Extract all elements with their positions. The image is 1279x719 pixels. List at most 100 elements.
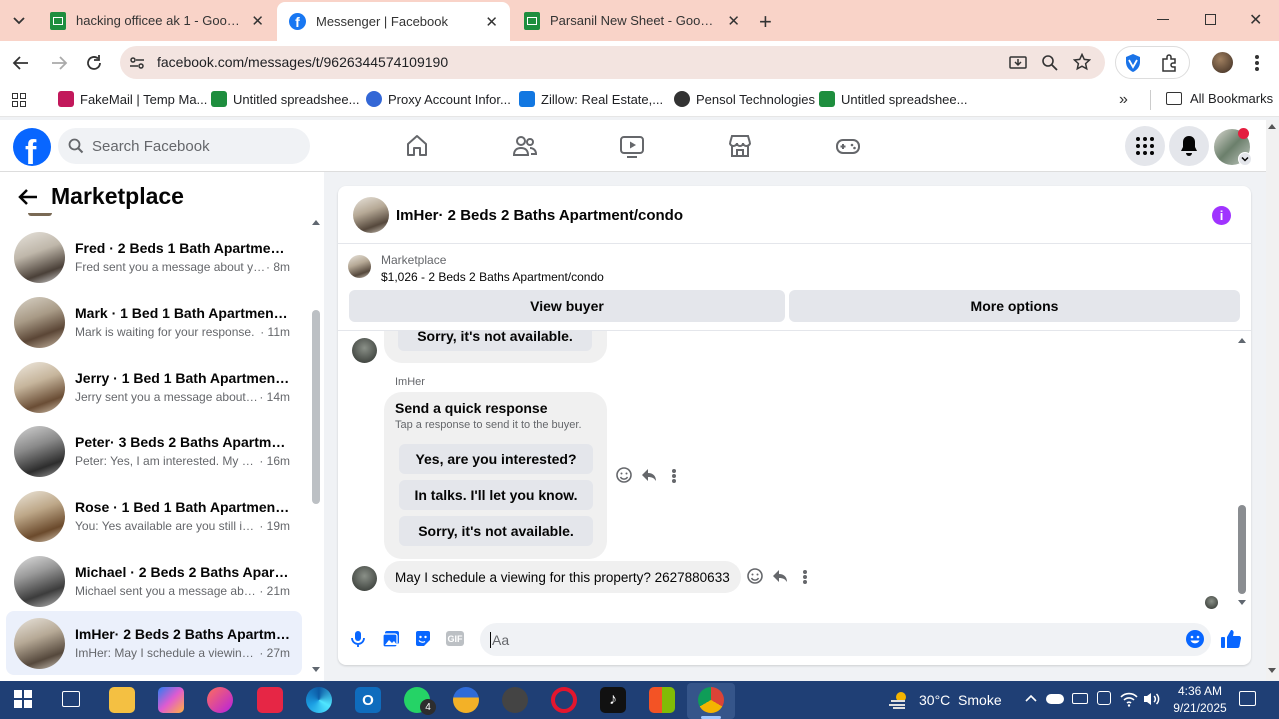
- conversation-mark[interactable]: Mark · 1 Bed 1 Bath Apartment/... Mark i…: [6, 291, 302, 353]
- opera-icon[interactable]: [551, 687, 577, 713]
- scroll-up-arrow-icon[interactable]: [312, 220, 320, 225]
- conversation-fred[interactable]: Fred · 2 Beds 1 Bath Apartment/... Fred …: [6, 226, 302, 288]
- thumbs-up-icon[interactable]: [1220, 628, 1242, 650]
- tab-sheets-1[interactable]: hacking officee ak 1 - Google Sh ✕: [38, 5, 276, 36]
- bookmark-pensol[interactable]: Pensol Technologies: [674, 91, 815, 107]
- message-input[interactable]: Aa: [480, 623, 1211, 656]
- bookmark-zillow[interactable]: Zillow: Real Estate,...: [519, 91, 663, 107]
- close-icon[interactable]: ✕: [727, 12, 740, 30]
- copilot-icon[interactable]: [158, 687, 184, 713]
- page-scrollbar[interactable]: [1266, 120, 1279, 681]
- chat-avatar[interactable]: [353, 197, 389, 233]
- sticker-icon[interactable]: [414, 630, 432, 648]
- info-icon[interactable]: i: [1212, 206, 1231, 225]
- scroll-down-arrow-icon[interactable]: [312, 667, 320, 672]
- react-emoji-icon[interactable]: [746, 567, 766, 587]
- bookmark-spreadsheet-1[interactable]: Untitled spreadshee...: [211, 91, 359, 107]
- photo-icon[interactable]: [382, 630, 400, 648]
- chrome-menu-icon[interactable]: [1255, 55, 1259, 71]
- emoji-picker-icon[interactable]: [1185, 629, 1205, 649]
- conversation-jerry[interactable]: Jerry · 1 Bed 1 Bath Apartment/c... Jerr…: [6, 356, 302, 418]
- chat-scroll-down-icon[interactable]: [1238, 600, 1246, 605]
- profile-avatar[interactable]: [1212, 52, 1233, 73]
- windows-start-icon[interactable]: [14, 690, 32, 708]
- quick-option-in-talks[interactable]: In talks. I'll let you know.: [399, 480, 593, 510]
- more-bookmarks-chevron-icon[interactable]: »: [1119, 91, 1128, 109]
- reload-button[interactable]: [85, 54, 103, 72]
- minimize-button[interactable]: [1157, 19, 1169, 20]
- sidebar-scrollbar-thumb[interactable]: [312, 310, 320, 504]
- file-explorer-icon[interactable]: [109, 687, 135, 713]
- bookmark-star-icon[interactable]: [1073, 53, 1091, 71]
- vpn-icon[interactable]: [1097, 691, 1111, 705]
- search-box[interactable]: Search Facebook: [58, 128, 310, 164]
- chat-scroll-up-icon[interactable]: [1238, 338, 1246, 343]
- bookmark-fakemail[interactable]: FakeMail | Temp Ma...: [58, 91, 207, 107]
- scroll-up-arrow-icon[interactable]: [1268, 124, 1276, 129]
- shield-icon[interactable]: [1124, 53, 1142, 73]
- onedrive-icon[interactable]: [1046, 694, 1064, 704]
- tab-sheets-2[interactable]: Parsanil New Sheet - Google Sh ✕: [512, 5, 752, 36]
- outlook-icon[interactable]: O: [355, 687, 381, 713]
- reply-icon[interactable]: [640, 466, 660, 486]
- reply-icon[interactable]: [771, 567, 791, 587]
- wifi-icon[interactable]: [1120, 691, 1138, 707]
- all-bookmarks[interactable]: All Bookmarks: [1166, 91, 1273, 106]
- clock-date[interactable]: 9/21/2025: [1166, 701, 1234, 715]
- conversation-rose[interactable]: Rose · 1 Bed 1 Bath Apartment/c... You: …: [6, 485, 302, 547]
- app-icon-red[interactable]: [257, 687, 283, 713]
- bookmark-proxy[interactable]: Proxy Account Infor...: [366, 91, 511, 107]
- apps-grid-icon[interactable]: [12, 93, 26, 107]
- medal-icon[interactable]: [453, 687, 479, 713]
- marketplace-nav-icon[interactable]: [727, 133, 753, 159]
- quick-option-not-available[interactable]: Sorry, it's not available.: [399, 516, 593, 546]
- tiktok-icon[interactable]: ♪: [600, 687, 626, 713]
- back-arrow-button[interactable]: [18, 188, 38, 206]
- search-input[interactable]: Search Facebook: [92, 138, 210, 155]
- microphone-icon[interactable]: [350, 630, 366, 648]
- install-app-icon[interactable]: [1009, 54, 1027, 72]
- listing-thumbnail[interactable]: [348, 255, 371, 278]
- listing-price-title[interactable]: $1,026 - 2 Beds 2 Baths Apartment/condo: [381, 270, 604, 284]
- more-actions-icon[interactable]: [672, 469, 676, 483]
- menu-grid-button[interactable]: [1125, 126, 1165, 166]
- conversation-peter[interactable]: Peter· 3 Beds 2 Baths Apartmen... Peter:…: [6, 420, 302, 482]
- weather-text[interactable]: 30°C Smoke: [919, 692, 1002, 708]
- tray-chevron-up-icon[interactable]: [1024, 693, 1038, 703]
- window-close-button[interactable]: ✕: [1249, 10, 1262, 30]
- account-chevron-icon[interactable]: [1238, 152, 1252, 166]
- last-message-bubble[interactable]: May I schedule a viewing for this proper…: [384, 561, 741, 593]
- new-tab-button[interactable]: +: [759, 9, 772, 35]
- task-view-icon[interactable]: [62, 691, 80, 707]
- app-icon-purple[interactable]: [207, 687, 233, 713]
- gaming-nav-icon[interactable]: [835, 133, 861, 159]
- volume-icon[interactable]: [1142, 691, 1160, 707]
- edge-icon[interactable]: [306, 687, 332, 713]
- close-icon[interactable]: ✕: [251, 12, 264, 30]
- notifications-button[interactable]: [1169, 126, 1209, 166]
- chrome-icon[interactable]: [698, 687, 724, 713]
- url-text[interactable]: facebook.com/messages/t/9626344574109190: [157, 54, 448, 70]
- back-button[interactable]: [12, 54, 30, 72]
- app-icon-gear[interactable]: [502, 687, 528, 713]
- forward-button[interactable]: [50, 54, 68, 72]
- puzzle-icon[interactable]: [1160, 54, 1178, 72]
- friends-nav-icon[interactable]: [512, 133, 538, 159]
- quick-option-interested[interactable]: Yes, are you interested?: [399, 444, 593, 474]
- battery-icon[interactable]: [1072, 693, 1088, 704]
- maximize-button[interactable]: [1205, 14, 1216, 25]
- notification-center-icon[interactable]: [1239, 691, 1256, 706]
- previous-option[interactable]: Sorry, it's not available.: [398, 331, 592, 351]
- conversation-imher[interactable]: ImHer· 2 Beds 2 Baths Apartme... ImHer: …: [6, 611, 302, 675]
- store-icon[interactable]: [649, 687, 675, 713]
- more-actions-icon[interactable]: [803, 570, 807, 584]
- chat-title[interactable]: ImHer· 2 Beds 2 Baths Apartment/condo: [396, 207, 683, 224]
- tab-messenger[interactable]: f Messenger | Facebook ✕: [277, 2, 510, 41]
- view-buyer-button[interactable]: View buyer: [349, 290, 785, 322]
- tab-search-button[interactable]: [10, 11, 28, 29]
- home-nav-icon[interactable]: [404, 133, 430, 159]
- facebook-logo[interactable]: f: [13, 128, 51, 166]
- more-options-button[interactable]: More options: [789, 290, 1240, 322]
- gif-icon[interactable]: GIF: [446, 631, 464, 646]
- conversation-michael[interactable]: Michael · 2 Beds 2 Baths Apart... Michae…: [6, 550, 302, 612]
